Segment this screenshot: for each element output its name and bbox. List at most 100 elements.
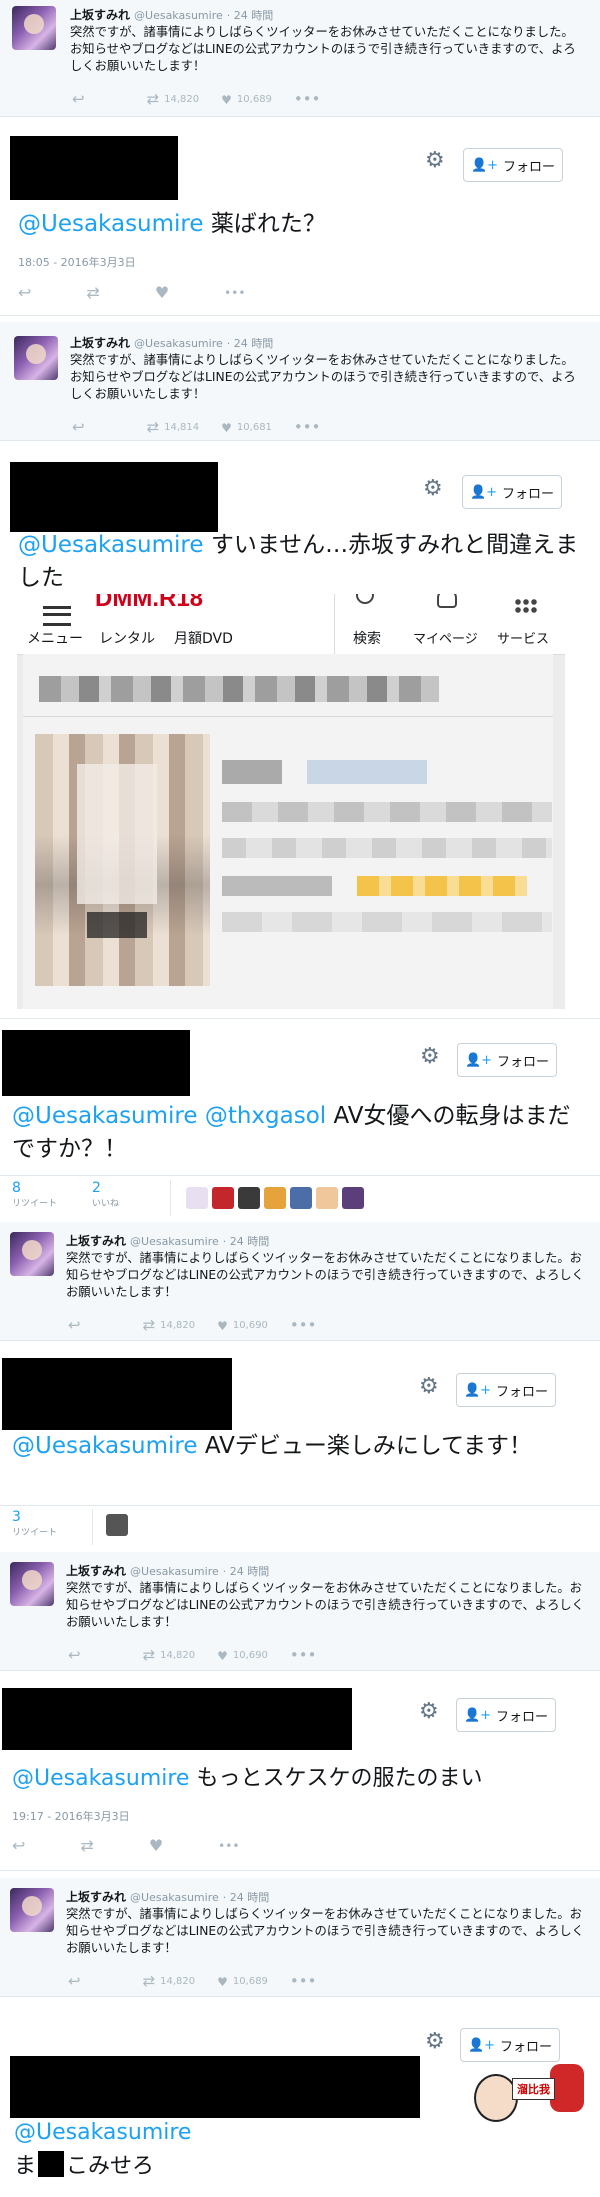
tweet-actions: ↩ ⇄ 14,820 ♥ 10,690 ••• xyxy=(68,1318,338,1333)
hamburger-icon[interactable] xyxy=(43,606,71,626)
like-button[interactable]: ♥ 10,690 xyxy=(217,1650,268,1662)
reply-text: @Uesakasumire まこみせろ xyxy=(14,2120,192,2179)
tweet-timestamp: 18:05 - 2016年3月3日 xyxy=(18,256,136,269)
add-user-icon: 👤+ xyxy=(463,1707,492,1723)
more-button[interactable]: ••• xyxy=(294,92,321,107)
quoted-tweet-5[interactable]: 上坂すみれ @Uesakasumire · 24 時間 突然ですが、諸事情によりしば… xyxy=(0,1878,600,1997)
reply-text: @Uesakasumire 薬ばれた？ xyxy=(18,211,326,237)
avatar[interactable] xyxy=(106,1514,128,1536)
heart-icon: ♥ xyxy=(221,92,232,107)
reply-button[interactable]: ↩ xyxy=(72,420,85,435)
menu-label[interactable]: メニュー xyxy=(27,628,83,648)
user-name[interactable]: 上坂すみれ @Uesakasumire · 24 時間 xyxy=(70,334,273,351)
heart-icon[interactable]: ♥ xyxy=(155,283,169,302)
like-button[interactable]: ♥ 10,689 xyxy=(221,94,272,106)
more-icon[interactable]: ••• xyxy=(224,286,245,300)
retweet-icon[interactable]: ⇄ xyxy=(80,1836,93,1855)
reply-button[interactable]: ↩ xyxy=(68,1974,81,1989)
grid-icon[interactable] xyxy=(514,598,538,614)
mention-link[interactable]: @Uesakasumire xyxy=(14,2120,191,2145)
search-label[interactable]: 検索 xyxy=(353,628,381,648)
tweet-text: 突然ですが、諸事情によりしばらくツイッターをお休みさせていただくことになりました… xyxy=(66,1581,584,1629)
avatar[interactable] xyxy=(12,6,56,50)
user-handle: @Uesakasumire xyxy=(130,1565,219,1578)
reply-icon: ↩ xyxy=(68,1646,81,1664)
like-stat[interactable]: 2 いいね xyxy=(92,1180,119,1209)
user-name[interactable]: 上坂すみれ @Uesakasumire · 24 時間 xyxy=(66,1562,269,1579)
reply-button[interactable]: ↩ xyxy=(72,92,85,107)
retweet-icon[interactable]: ⇄ xyxy=(86,283,99,302)
follow-button[interactable]: 👤+ フォロー xyxy=(457,1043,557,1077)
avatar[interactable] xyxy=(10,1562,54,1606)
retweet-button[interactable]: ⇄ 14,820 xyxy=(143,1318,196,1333)
avatar[interactable] xyxy=(14,336,58,380)
more-button[interactable]: ••• xyxy=(290,1648,317,1663)
follow-button[interactable]: 👤+ フォロー xyxy=(456,1698,556,1732)
avatar[interactable] xyxy=(186,1187,208,1209)
reply-icon[interactable]: ↩ xyxy=(12,1836,25,1855)
follow-button[interactable]: 👤+ フォロー xyxy=(463,148,563,182)
heart-icon: ♥ xyxy=(217,1318,228,1333)
avatar[interactable] xyxy=(342,1187,364,1209)
gear-icon[interactable]: ⚙ xyxy=(419,1374,439,1399)
reply-icon: ↩ xyxy=(68,1316,81,1334)
avatar[interactable] xyxy=(10,1232,54,1276)
more-button[interactable]: ••• xyxy=(290,1318,317,1333)
tweet-timestamp: 19:17 - 2016年3月3日 xyxy=(12,1810,130,1823)
follow-button[interactable]: 👤+ フォロー xyxy=(462,475,562,509)
gear-icon[interactable]: ⚙ xyxy=(425,148,445,173)
reply-icon[interactable]: ↩ xyxy=(18,283,31,302)
retweet-stat[interactable]: 8 リツイート xyxy=(12,1180,57,1209)
reply-button[interactable]: ↩ xyxy=(68,1318,81,1333)
avatar[interactable] xyxy=(10,1888,54,1932)
mypage-label[interactable]: マイページ xyxy=(413,628,478,647)
avatar[interactable] xyxy=(212,1187,234,1209)
user-name[interactable]: 上坂すみれ @Uesakasumire · 24 時間 xyxy=(66,1232,269,1249)
avatar[interactable] xyxy=(290,1187,312,1209)
more-icon[interactable]: ••• xyxy=(218,1839,239,1853)
like-button[interactable]: ♥ 10,681 xyxy=(221,422,272,434)
user-name[interactable]: 上坂すみれ @Uesakasumire · 24 時間 xyxy=(70,6,273,23)
mention-link[interactable]: @Uesakasumire @thxgasol xyxy=(12,1103,326,1129)
quoted-tweet-4[interactable]: 上坂すみれ @Uesakasumire · 24 時間 突然ですが、諸事情によりしば… xyxy=(0,1552,600,1671)
quoted-tweet-1[interactable]: 上坂すみれ @Uesakasumire · 24 時間 突然ですが、諸事情によりしば… xyxy=(0,0,600,117)
heart-icon[interactable]: ♥ xyxy=(149,1836,163,1855)
tweet-actions: ↩ ⇄ 14,820 ♥ 10,689 ••• xyxy=(72,92,342,107)
mention-link[interactable]: @Uesakasumire xyxy=(12,1433,198,1459)
quoted-tweet-3[interactable]: 上坂すみれ @Uesakasumire · 24 時間 突然ですが、諸事情によりしば… xyxy=(0,1222,600,1341)
reply-button[interactable]: ↩ xyxy=(68,1648,81,1663)
retweet-button[interactable]: ⇄ 14,820 xyxy=(143,1974,196,1989)
like-button[interactable]: ♥ 10,689 xyxy=(217,1976,268,1988)
avatar[interactable] xyxy=(316,1187,338,1209)
gear-icon[interactable]: ⚙ xyxy=(420,1044,440,1069)
gear-icon[interactable]: ⚙ xyxy=(423,476,443,501)
person-icon[interactable] xyxy=(437,594,457,608)
follow-button[interactable]: 👤+ フォロー xyxy=(460,2028,560,2062)
rental-label[interactable]: レンタル xyxy=(99,628,155,648)
mention-link[interactable]: @Uesakasumire xyxy=(18,211,204,237)
follow-button[interactable]: 👤+ フォロー xyxy=(456,1373,556,1407)
retweet-button[interactable]: ⇄ 14,820 xyxy=(143,1648,196,1663)
avatar[interactable] xyxy=(264,1187,286,1209)
mention-link[interactable]: @Uesakasumire xyxy=(12,1766,189,1791)
user-name[interactable]: 上坂すみれ @Uesakasumire · 24 時間 xyxy=(66,1888,269,1905)
more-button[interactable]: ••• xyxy=(290,1974,317,1989)
quoted-tweet-2[interactable]: 上坂すみれ @Uesakasumire · 24 時間 突然ですが、諸事情によりしば… xyxy=(0,322,600,441)
timestamp: · 24 時間 xyxy=(226,9,274,22)
gear-icon[interactable]: ⚙ xyxy=(419,1699,439,1724)
more-icon: ••• xyxy=(289,1972,317,1990)
gear-icon[interactable]: ⚙ xyxy=(425,2029,445,2054)
more-button[interactable]: ••• xyxy=(294,420,321,435)
retweet-stat[interactable]: 3 リツイート xyxy=(12,1509,57,1538)
censor-block xyxy=(38,2151,65,2177)
search-icon[interactable] xyxy=(356,594,374,604)
monthly-dvd-label[interactable]: 月額DVD xyxy=(174,628,233,648)
tweet-text: 突然ですが、諸事情によりしばらくツイッターをお休みさせていただくことになりました… xyxy=(66,1251,584,1299)
mention-link[interactable]: @Uesakasumire xyxy=(18,532,204,558)
avatar[interactable] xyxy=(238,1187,260,1209)
service-label[interactable]: サービス xyxy=(497,628,549,647)
like-button[interactable]: ♥ 10,690 xyxy=(217,1320,268,1332)
retweet-button[interactable]: ⇄ 14,814 xyxy=(147,420,200,435)
add-user-icon: 👤+ xyxy=(463,1382,492,1398)
retweet-button[interactable]: ⇄ 14,820 xyxy=(147,92,200,107)
